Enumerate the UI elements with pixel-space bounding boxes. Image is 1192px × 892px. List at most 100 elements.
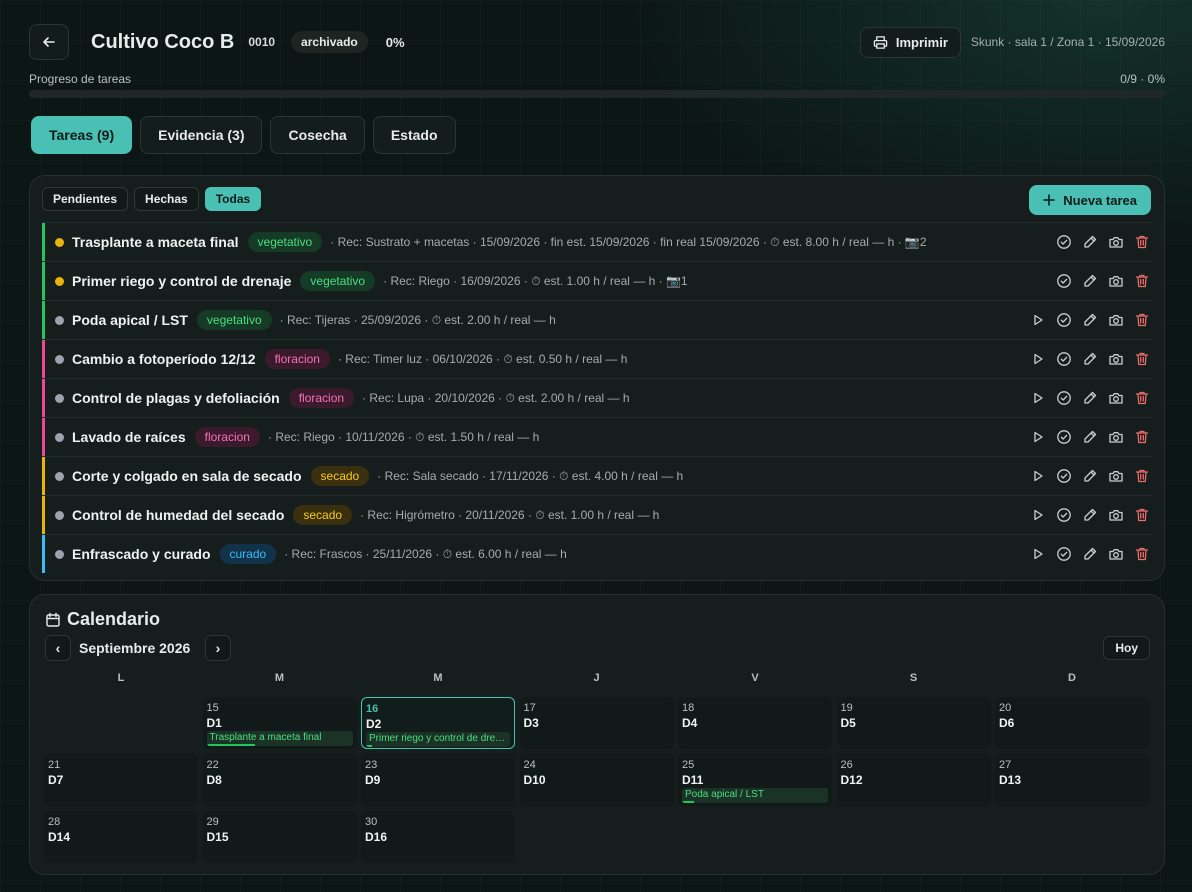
print-button[interactable]: Imprimir xyxy=(859,26,961,58)
check-circle-icon[interactable] xyxy=(1056,507,1072,523)
trash-icon[interactable] xyxy=(1134,390,1150,406)
calendar-day[interactable]: 17 D3 xyxy=(519,697,674,749)
next-month-button[interactable]: › xyxy=(205,635,231,661)
phase-stripe xyxy=(42,301,45,339)
trash-icon[interactable] xyxy=(1134,351,1150,367)
task-name[interactable]: Control de plagas y defoliación xyxy=(72,390,280,406)
calendar-day[interactable]: 16 D2 Primer riego y control de drenaje xyxy=(361,697,515,749)
calendar-day[interactable]: 26 D12 xyxy=(836,754,991,806)
day-number: 18 xyxy=(682,702,695,714)
back-button[interactable] xyxy=(29,24,69,60)
tab-1[interactable]: Evidencia (3) xyxy=(140,116,263,154)
task-row: Control de plagas y defoliación floracion… xyxy=(42,378,1152,417)
calendar-day[interactable]: 25 D11 Poda apical / LST xyxy=(678,754,832,806)
check-circle-icon[interactable] xyxy=(1056,351,1072,367)
task-info: · Rec: Lupa · 20/10/2026 · ⏱ est. 2.00 h… xyxy=(362,390,630,405)
today-button[interactable]: Hoy xyxy=(1103,636,1150,660)
trash-icon[interactable] xyxy=(1134,273,1150,289)
calendar-day[interactable]: 21 D7 xyxy=(44,754,198,806)
trash-icon[interactable] xyxy=(1134,429,1150,445)
calendar-event[interactable]: Trasplante a maceta final xyxy=(206,731,353,746)
calendar-day[interactable]: 28 D14 xyxy=(44,811,198,863)
calendar-event[interactable]: Primer riego y control de drenaje xyxy=(366,732,510,747)
task-actions xyxy=(1030,496,1150,534)
play-icon[interactable] xyxy=(1030,351,1046,367)
trash-icon[interactable] xyxy=(1134,546,1150,562)
task-actions xyxy=(1056,223,1150,261)
task-filters: Pendientes Hechas Todas xyxy=(42,187,262,211)
calendar-day[interactable]: 22 D8 xyxy=(202,754,357,806)
calendar-day[interactable]: 23 D9 xyxy=(361,754,515,806)
phase-stripe xyxy=(42,379,45,417)
check-circle-icon[interactable] xyxy=(1056,546,1072,562)
play-icon[interactable] xyxy=(1030,546,1046,562)
pencil-icon[interactable] xyxy=(1082,468,1098,484)
pencil-icon[interactable] xyxy=(1082,312,1098,328)
play-icon[interactable] xyxy=(1030,429,1046,445)
pencil-icon[interactable] xyxy=(1082,429,1098,445)
check-circle-icon[interactable] xyxy=(1056,312,1072,328)
camera-icon[interactable] xyxy=(1108,351,1124,367)
calendar-day[interactable]: 15 D1 Trasplante a maceta final xyxy=(202,697,357,749)
task-name[interactable]: Lavado de raíces xyxy=(72,429,186,445)
prev-month-button[interactable]: ‹ xyxy=(45,635,71,661)
day-label: D15 xyxy=(206,830,229,844)
task-name[interactable]: Corte y colgado en sala de secado xyxy=(72,468,302,484)
filter-pendientes[interactable]: Pendientes xyxy=(42,187,129,211)
trash-icon[interactable] xyxy=(1134,312,1150,328)
new-task-label: Nueva tarea xyxy=(1063,192,1137,208)
check-circle-icon[interactable] xyxy=(1056,390,1072,406)
camera-icon[interactable] xyxy=(1108,312,1124,328)
tab-0[interactable]: Tareas (9) xyxy=(31,116,133,154)
trash-icon[interactable] xyxy=(1134,468,1150,484)
pencil-icon[interactable] xyxy=(1082,351,1098,367)
check-circle-icon[interactable] xyxy=(1056,468,1072,484)
play-icon[interactable] xyxy=(1030,507,1046,523)
event-progress xyxy=(366,745,372,747)
task-name[interactable]: Enfrascado y curado xyxy=(72,546,211,562)
play-icon[interactable] xyxy=(1030,390,1046,406)
calendar-icon xyxy=(46,612,60,627)
pencil-icon[interactable] xyxy=(1082,234,1098,250)
camera-icon[interactable] xyxy=(1108,234,1124,250)
check-circle-icon[interactable] xyxy=(1056,234,1072,250)
filter-todas[interactable]: Todas xyxy=(204,187,262,211)
camera-icon[interactable] xyxy=(1108,507,1124,523)
day-number: 23 xyxy=(365,759,378,771)
camera-icon[interactable] xyxy=(1108,546,1124,562)
task-actions xyxy=(1030,301,1150,339)
filter-hechas[interactable]: Hechas xyxy=(134,187,199,211)
check-circle-icon[interactable] xyxy=(1056,429,1072,445)
print-label: Imprimir xyxy=(895,34,948,50)
calendar-day[interactable]: 18 D4 xyxy=(678,697,832,749)
tab-3[interactable]: Estado xyxy=(372,116,456,154)
camera-icon[interactable] xyxy=(1108,390,1124,406)
calendar-event[interactable]: Poda apical / LST xyxy=(682,788,828,803)
camera-icon[interactable] xyxy=(1108,273,1124,289)
task-name[interactable]: Trasplante a maceta final xyxy=(72,234,239,250)
task-name[interactable]: Primer riego y control de drenaje xyxy=(72,273,291,289)
calendar-day[interactable]: 29 D15 xyxy=(202,811,357,863)
task-name[interactable]: Control de humedad del secado xyxy=(72,507,284,523)
calendar-day[interactable]: 20 D6 xyxy=(995,697,1149,749)
task-name[interactable]: Poda apical / LST xyxy=(72,312,188,328)
tab-2[interactable]: Cosecha xyxy=(270,116,365,154)
event-progress xyxy=(206,744,255,746)
calendar-day[interactable]: 30 D16 xyxy=(361,811,515,863)
trash-icon[interactable] xyxy=(1134,507,1150,523)
camera-icon[interactable] xyxy=(1108,429,1124,445)
pencil-icon[interactable] xyxy=(1082,546,1098,562)
check-circle-icon[interactable] xyxy=(1056,273,1072,289)
play-icon[interactable] xyxy=(1030,312,1046,328)
calendar-day[interactable]: 27 D13 xyxy=(995,754,1149,806)
pencil-icon[interactable] xyxy=(1082,390,1098,406)
camera-icon[interactable] xyxy=(1108,468,1124,484)
calendar-day[interactable]: 19 D5 xyxy=(836,697,991,749)
task-name[interactable]: Cambio a fotoperíodo 12/12 xyxy=(72,351,256,367)
trash-icon[interactable] xyxy=(1134,234,1150,250)
pencil-icon[interactable] xyxy=(1082,273,1098,289)
new-task-button[interactable]: Nueva tarea xyxy=(1029,185,1151,215)
calendar-day[interactable]: 24 D10 xyxy=(519,754,674,806)
pencil-icon[interactable] xyxy=(1082,507,1098,523)
play-icon[interactable] xyxy=(1030,468,1046,484)
